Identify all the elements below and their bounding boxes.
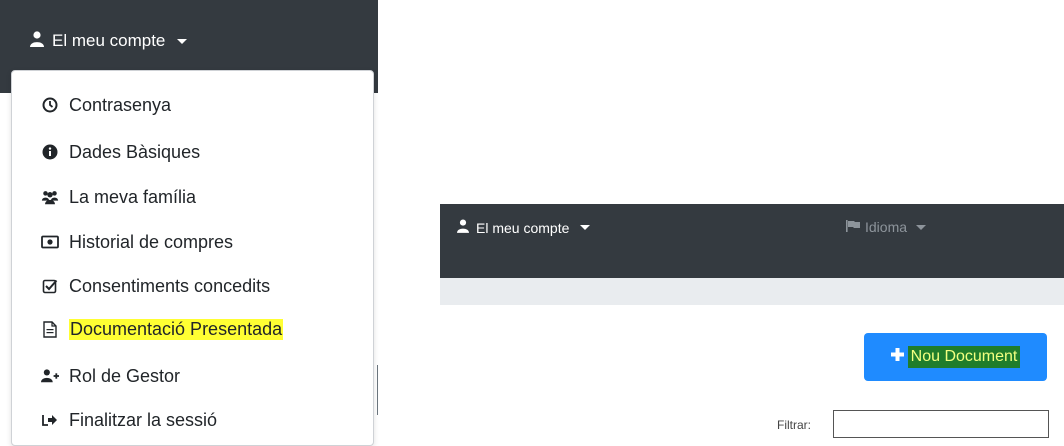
menu-item-historial-compres[interactable]: Historial de compres xyxy=(41,228,233,256)
menu-item-label: Rol de Gestor xyxy=(69,365,181,386)
new-document-button[interactable]: Nou Document xyxy=(864,333,1047,381)
flag-icon xyxy=(846,219,860,235)
user-plus-icon xyxy=(41,367,59,385)
account-label: El meu compte xyxy=(52,31,166,50)
breadcrumb-bar xyxy=(440,278,1064,305)
new-document-label: Nou Document xyxy=(907,346,1021,368)
file-text-icon xyxy=(41,320,59,338)
caret-down-icon xyxy=(580,225,591,230)
account-label: El meu compte xyxy=(476,219,570,236)
menu-item-dades-basiques[interactable]: Dades Bàsiques xyxy=(41,138,200,166)
menu-item-label: Consentiments concedits xyxy=(69,275,271,296)
filter-label: Filtrar: xyxy=(777,418,811,432)
clock-icon xyxy=(41,96,59,114)
menu-item-finalitzar-sessio[interactable]: Finalitzar la sessió xyxy=(41,406,217,434)
sign-out-icon xyxy=(41,411,59,429)
language-label: Idioma xyxy=(865,219,908,235)
menu-item-label: Historial de compres xyxy=(69,231,234,252)
divider xyxy=(377,365,378,415)
money-icon xyxy=(41,233,59,251)
caret-down-icon xyxy=(916,224,927,230)
menu-item-contrasenya[interactable]: Contrasenya xyxy=(41,91,171,119)
menu-item-label: Documentació Presentada xyxy=(69,318,284,340)
plus-icon xyxy=(890,348,904,366)
menu-item-rol-gestor[interactable]: Rol de Gestor xyxy=(41,362,180,390)
menu-item-label: Dades Bàsiques xyxy=(69,141,201,162)
language-dropdown-toggle[interactable]: Idioma xyxy=(846,219,927,235)
menu-item-documentacio[interactable]: Documentació Presentada xyxy=(41,315,284,343)
menu-item-label: Finalitzar la sessió xyxy=(69,409,218,430)
checkbox-icon xyxy=(41,277,59,295)
users-icon xyxy=(41,188,59,206)
menu-item-consentiments[interactable]: Consentiments concedits xyxy=(41,272,270,300)
account-dropdown-toggle[interactable]: El meu compte xyxy=(457,219,591,236)
menu-item-label: La meva família xyxy=(69,186,197,207)
right-navbar: El meu compte Idioma xyxy=(440,204,1064,278)
menu-item-familia[interactable]: La meva família xyxy=(41,183,196,211)
info-circle-icon xyxy=(41,143,59,161)
caret-down-icon xyxy=(177,38,188,44)
filter-input[interactable] xyxy=(833,410,1049,438)
menu-item-label: Contrasenya xyxy=(69,94,172,115)
user-icon xyxy=(30,30,44,52)
user-icon xyxy=(457,219,469,236)
account-dropdown-toggle[interactable]: El meu compte xyxy=(30,30,188,52)
